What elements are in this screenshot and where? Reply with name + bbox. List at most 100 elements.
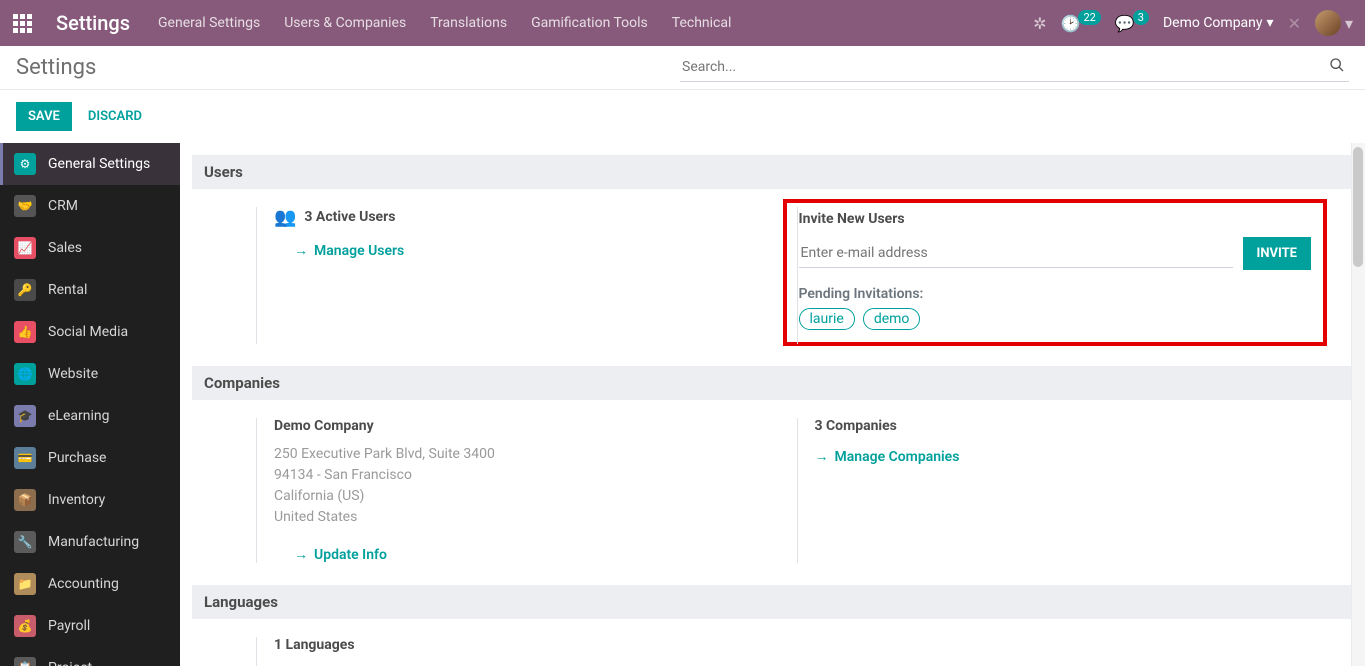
app-title[interactable]: Settings [56, 11, 130, 35]
search-icon[interactable] [1325, 57, 1349, 77]
sidebar-item-label: eLearning [48, 408, 109, 424]
apps-grid-icon [13, 14, 32, 33]
scrollbar-track[interactable] [1351, 143, 1365, 666]
sidebar-item-crm[interactable]: 🤝CRM [0, 185, 180, 227]
sidebar-item-label: Payroll [48, 618, 90, 634]
arrow-right-icon: → [294, 242, 308, 259]
clipboard-icon: 📋 [14, 657, 36, 666]
panel-active-users: 👥3 Active Users →Manage Users [256, 207, 797, 344]
sidebar-item-accounting[interactable]: 📁 Accounting [0, 563, 180, 605]
avatar [1315, 10, 1341, 36]
invite-button[interactable]: INVITE [1243, 237, 1311, 270]
chat-icon: 💬 [1115, 14, 1135, 33]
handshake-icon: 🤝 [14, 195, 36, 217]
gear-icon: ⚙ [14, 153, 36, 175]
users-icon: 👥 [274, 207, 296, 228]
section-body-users: 👥3 Active Users →Manage Users Invite New… [216, 189, 1337, 366]
company-address3: California (US) [274, 486, 779, 507]
update-company-label: Update Info [314, 547, 387, 563]
sidebar-item-label: Manufacturing [48, 534, 139, 550]
sidebar-item-social-media[interactable]: 👍Social Media [0, 311, 180, 353]
money-icon: 💰 [14, 615, 36, 637]
panel-languages: 1 Languages →Manage Languages [256, 637, 797, 666]
section-body-companies: Demo Company 250 Executive Park Blvd, Su… [216, 400, 1337, 585]
wrench-icon: 🔧 [14, 531, 36, 553]
graduation-cap-icon: 🎓 [14, 405, 36, 427]
chat-badge: 3 [1133, 10, 1149, 25]
key-icon: 🔑 [14, 279, 36, 301]
panel-company-info: Demo Company 250 Executive Park Blvd, Su… [256, 418, 797, 563]
globe-icon: 🌐 [14, 363, 36, 385]
manage-users-link[interactable]: →Manage Users [294, 242, 404, 259]
body-area: ⚙ General Settings 🤝CRM 📈 Sales 🔑 Rental 👍S… [0, 143, 1365, 666]
company-switch-label: Demo Company [1163, 15, 1263, 31]
breadcrumb: Settings [16, 55, 656, 80]
menu-translations[interactable]: Translations [426, 9, 511, 37]
sidebar-item-manufacturing[interactable]: 🔧 Manufacturing [0, 521, 180, 563]
panel-companies-count: 3 Companies → Manage Companies [797, 418, 1338, 563]
active-users-heading: 👥3 Active Users [274, 207, 779, 228]
pending-pill[interactable]: demo [863, 308, 921, 330]
panel-invite-users: Invite New Users INVITE Pending Invitati… [797, 207, 1338, 344]
chat-indicator[interactable]: 💬 3 [1115, 14, 1149, 33]
pending-pills: laurie demo [799, 308, 1312, 330]
sidebar-item-label: Sales [48, 240, 82, 256]
sidebar-item-label: Purchase [48, 450, 106, 466]
search-input[interactable] [680, 53, 1325, 81]
sidebar-item-elearning[interactable]: 🎓 eLearning [0, 395, 180, 437]
sidebar-item-inventory[interactable]: 📦 Inventory [0, 479, 180, 521]
apps-icon[interactable] [12, 13, 32, 33]
section-title-users: Users [192, 155, 1353, 189]
sidebar-item-general-settings[interactable]: ⚙ General Settings [0, 143, 180, 185]
settings-sidebar: ⚙ General Settings 🤝CRM 📈 Sales 🔑 Rental 👍S… [0, 143, 180, 666]
company-name: Demo Company [274, 418, 779, 434]
arrow-right-icon: → [294, 546, 308, 563]
manage-companies-label: Manage Companies [835, 449, 960, 465]
sidebar-item-label: Social Media [48, 324, 128, 340]
scrollbar-thumb[interactable] [1353, 147, 1363, 267]
sidebar-item-website[interactable]: 🌐 Website [0, 353, 180, 395]
user-menu[interactable]: ▾ [1315, 10, 1353, 36]
caret-down-icon: ▾ [1345, 14, 1353, 33]
boxes-icon: 📦 [14, 489, 36, 511]
caret-down-icon: ▾ [1267, 15, 1274, 31]
discard-button[interactable]: DISCARD [84, 102, 146, 131]
sidebar-item-payroll[interactable]: 💰 Payroll [0, 605, 180, 647]
sidebar-item-label: Accounting [48, 576, 119, 592]
topbar: Settings General Settings Users & Compan… [0, 0, 1365, 46]
invite-email-input[interactable] [799, 239, 1233, 268]
sidebar-item-purchase[interactable]: 💳Purchase [0, 437, 180, 479]
sidebar-item-label: Rental [48, 282, 87, 298]
company-switcher[interactable]: Demo Company ▾ [1163, 15, 1274, 31]
invite-row: INVITE [799, 237, 1312, 270]
manage-companies-link[interactable]: → Manage Companies [815, 448, 960, 465]
pending-invitations-label: Pending Invitations: [799, 286, 1312, 302]
company-address2: 94134 - San Francisco [274, 465, 779, 486]
update-company-link[interactable]: → Update Info [294, 546, 387, 563]
arrow-right-icon: → [815, 448, 829, 465]
menu-technical[interactable]: Technical [668, 9, 736, 37]
sidebar-item-sales[interactable]: 📈 Sales [0, 227, 180, 269]
settings-content: Users 👥3 Active Users →Manage Users Invi… [180, 143, 1365, 666]
pending-pill[interactable]: laurie [799, 308, 855, 330]
companies-count: 3 Companies [815, 418, 1320, 434]
sidebar-item-label: Website [48, 366, 98, 382]
clock-icon: 🕑 [1061, 14, 1081, 33]
section-title-languages: Languages [192, 585, 1353, 619]
menu-general-settings[interactable]: General Settings [154, 9, 264, 37]
debug-icon[interactable]: ✕ [1288, 14, 1301, 33]
menu-users-companies[interactable]: Users & Companies [280, 9, 410, 37]
activity-indicator[interactable]: 🕑 22 [1061, 14, 1101, 33]
bug-icon[interactable]: ✲ [1033, 14, 1046, 33]
sidebar-item-label: Inventory [48, 492, 105, 508]
menu-gamification[interactable]: Gamification Tools [527, 9, 652, 37]
sidebar-item-rental[interactable]: 🔑 Rental [0, 269, 180, 311]
save-button[interactable]: SAVE [16, 102, 72, 131]
folder-icon: 📁 [14, 573, 36, 595]
subbar: Settings [0, 46, 1365, 90]
section-title-companies: Companies [192, 366, 1353, 400]
chart-icon: 📈 [14, 237, 36, 259]
sidebar-item-label: General Settings [48, 156, 150, 172]
invite-box-highlight: Invite New Users INVITE Pending Invitati… [785, 201, 1326, 344]
activity-badge: 22 [1078, 10, 1100, 25]
